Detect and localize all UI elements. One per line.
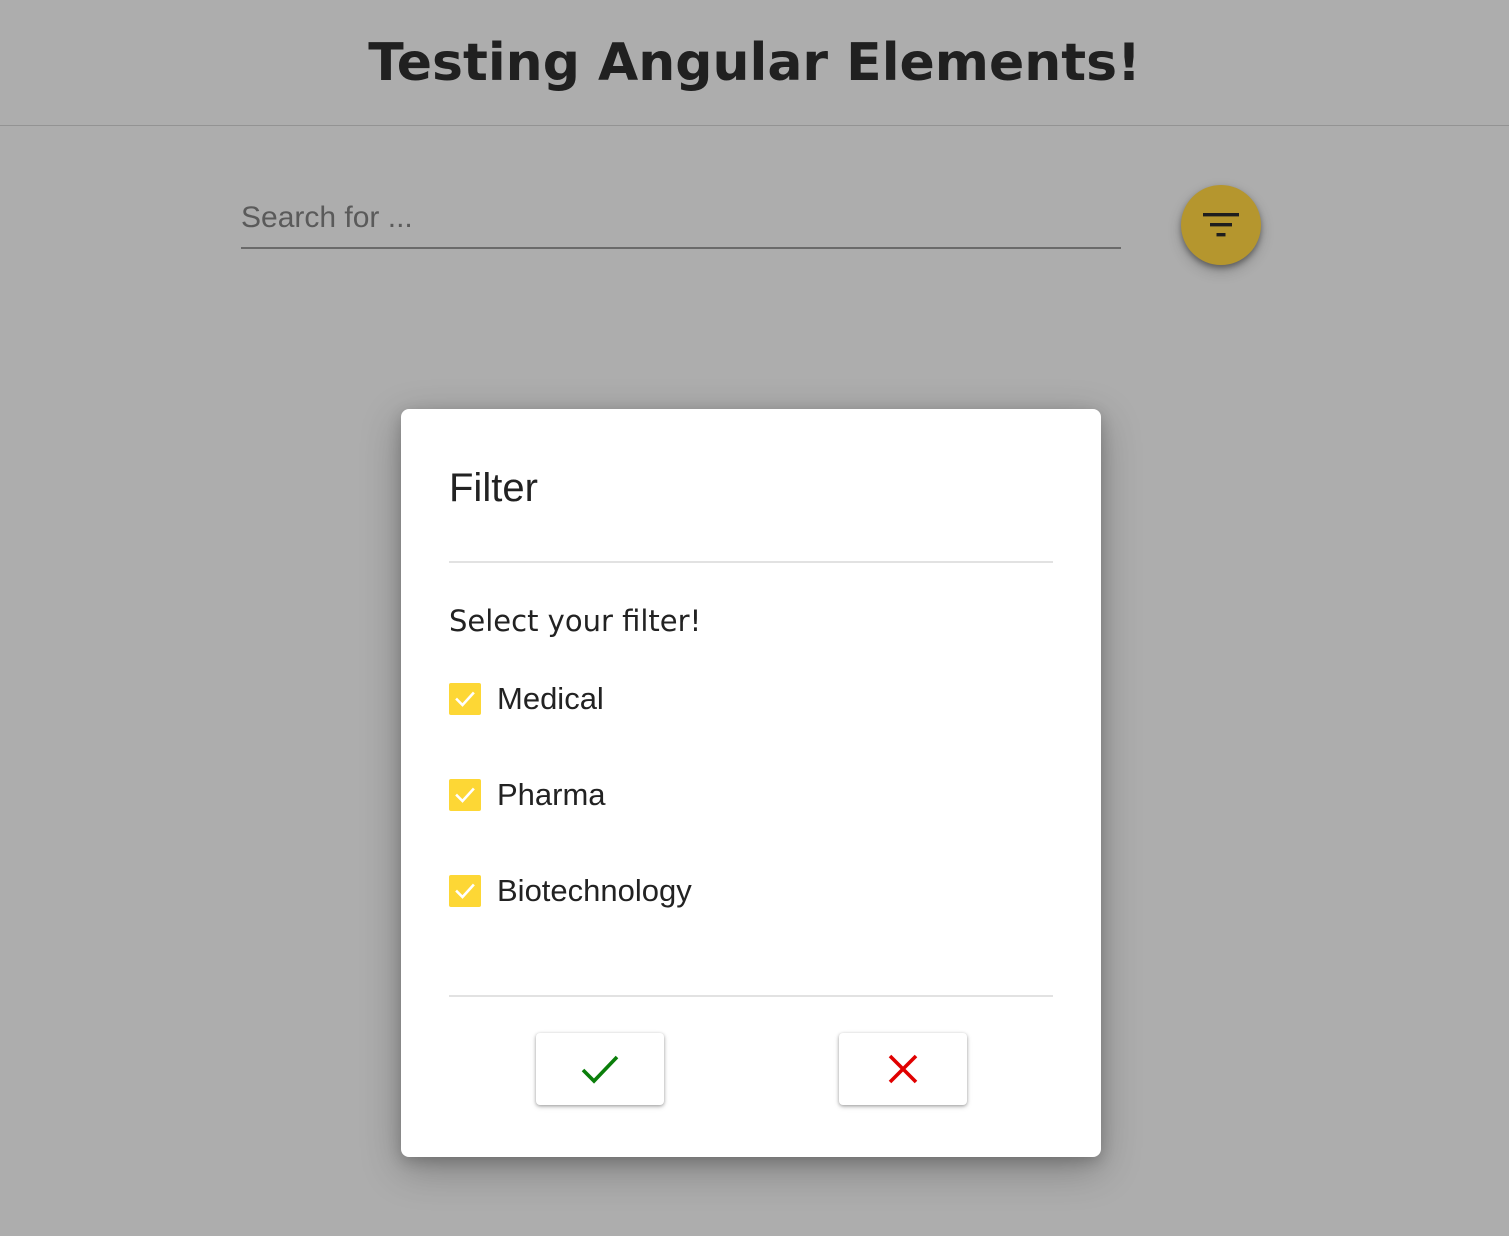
option-label: Biotechnology <box>497 873 692 908</box>
dialog-divider-top <box>449 561 1053 563</box>
option-pharma[interactable]: Pharma <box>449 775 606 815</box>
check-icon <box>581 1055 619 1084</box>
app-header: Testing Angular Elements! <box>0 0 1509 126</box>
search-field <box>241 192 1121 249</box>
check-icon <box>455 883 475 899</box>
checkbox-biotechnology[interactable] <box>449 875 481 907</box>
check-icon <box>455 787 475 803</box>
option-biotechnology[interactable]: Biotechnology <box>449 871 692 911</box>
checkbox-pharma[interactable] <box>449 779 481 811</box>
confirm-button[interactable] <box>536 1033 664 1105</box>
check-icon <box>455 691 475 707</box>
filter-button[interactable] <box>1181 185 1261 265</box>
close-icon <box>888 1054 918 1084</box>
checkbox-medical[interactable] <box>449 683 481 715</box>
cancel-button[interactable] <box>839 1033 967 1105</box>
dialog-prompt: Select your filter! <box>449 604 702 638</box>
option-label: Medical <box>497 681 604 716</box>
option-medical[interactable]: Medical <box>449 679 604 719</box>
dialog-title: Filter <box>449 466 538 510</box>
option-label: Pharma <box>497 777 606 812</box>
page: Testing Angular Elements! Filter Select … <box>0 0 1509 1236</box>
page-title: Testing Angular Elements! <box>368 33 1141 93</box>
search-input[interactable] <box>241 192 1121 244</box>
dialog-divider-bottom <box>449 995 1053 997</box>
filter-list-icon <box>1203 213 1239 237</box>
